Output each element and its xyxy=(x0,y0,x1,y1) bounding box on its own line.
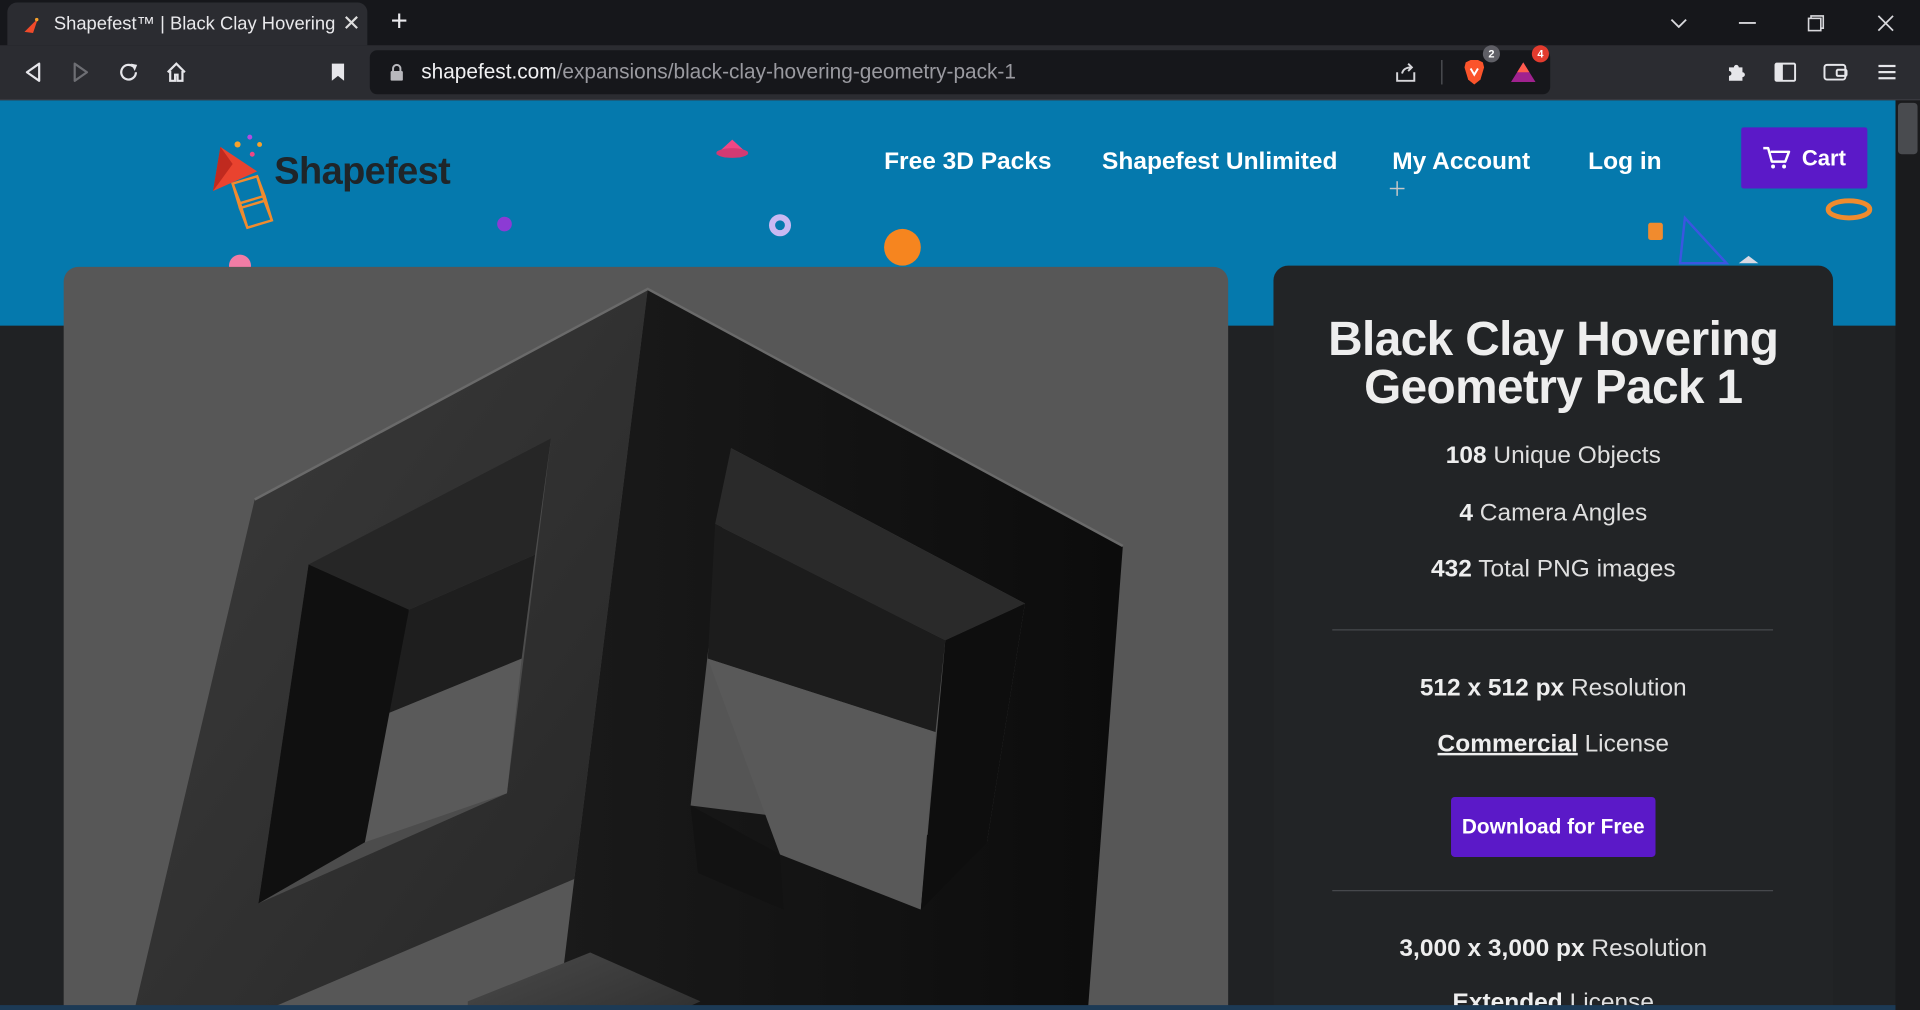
stat-total-png: 432 Total PNG images xyxy=(1273,556,1833,584)
extensions-icon[interactable] xyxy=(1718,54,1755,91)
panel-divider xyxy=(1332,890,1774,892)
panel-divider xyxy=(1332,629,1774,631)
free-license: Commercial License xyxy=(1273,731,1833,759)
menu-icon[interactable] xyxy=(1869,54,1906,91)
nav-free-3d-packs[interactable]: Free 3D Packs xyxy=(884,148,1051,176)
brave-shield-icon[interactable]: 2 xyxy=(1456,45,1501,91)
tab-search-icon[interactable] xyxy=(1644,0,1713,45)
nav-log-in[interactable]: Log in xyxy=(1588,148,1661,176)
share-icon[interactable] xyxy=(1387,54,1424,91)
nav-shapefest-unlimited[interactable]: Shapefest Unlimited xyxy=(1102,148,1337,176)
browser-tab[interactable]: Shapefest™ | Black Clay Hovering ✕ xyxy=(7,2,368,46)
product-title: Black Clay Hovering Geometry Pack 1 xyxy=(1273,316,1833,411)
license-label: License xyxy=(1584,730,1669,758)
scrollbar-thumb[interactable] xyxy=(1897,102,1918,155)
shapefest-favicon-icon xyxy=(22,14,42,34)
stat-value: 432 xyxy=(1430,555,1472,583)
stat-label: Camera Angles xyxy=(1479,499,1648,527)
forward-icon[interactable] xyxy=(62,54,99,91)
stat-label: Total PNG images xyxy=(1478,555,1676,583)
reload-icon[interactable] xyxy=(110,54,147,91)
stat-value: 108 xyxy=(1445,441,1487,469)
window-bottom-edge xyxy=(0,1005,1896,1010)
minimize-icon[interactable] xyxy=(1713,0,1782,45)
new-tab-icon[interactable]: + xyxy=(383,5,415,39)
brave-rewards-icon[interactable]: 4 xyxy=(1505,45,1549,91)
url-separator xyxy=(1441,59,1443,85)
cart-button[interactable]: Cart xyxy=(1741,127,1868,189)
stat-label: Unique Objects xyxy=(1493,441,1661,469)
tab-close-icon[interactable]: ✕ xyxy=(336,11,368,37)
black-clay-cube-image xyxy=(134,287,1124,1010)
resolution-label: Resolution xyxy=(1570,674,1687,702)
paid-resolution: 3,000 x 3,000 px Resolution xyxy=(1273,935,1833,963)
product-image xyxy=(63,266,1229,1010)
commercial-license-link[interactable]: Commercial xyxy=(1438,731,1578,758)
url-text[interactable]: shapefest.com/expansions/black-clay-hove… xyxy=(421,60,1016,84)
wallet-icon[interactable] xyxy=(1817,54,1854,91)
product-title-line1: Black Clay Hovering xyxy=(1328,313,1779,367)
download-free-button[interactable]: Download for Free xyxy=(1451,796,1656,857)
url-host: shapefest.com xyxy=(421,59,557,84)
shield-count: 2 xyxy=(1482,45,1501,63)
cart-label: Cart xyxy=(1801,145,1846,170)
nav-my-account[interactable]: My Account xyxy=(1392,148,1530,176)
address-bar[interactable]: shapefest.com/expansions/black-clay-hove… xyxy=(369,50,1551,95)
stat-value: 4 xyxy=(1459,499,1473,527)
shapefest-logo-icon xyxy=(213,134,274,230)
product-title-line2: Geometry Pack 1 xyxy=(1364,361,1743,414)
close-icon[interactable] xyxy=(1851,0,1920,45)
page-scrollbar[interactable] xyxy=(1895,100,1920,1010)
tab-title: Shapefest™ | Black Clay Hovering xyxy=(53,13,336,35)
home-icon[interactable] xyxy=(158,54,195,91)
cart-icon xyxy=(1763,146,1791,169)
rewards-count: 4 xyxy=(1531,45,1549,63)
sidebar-icon[interactable] xyxy=(1767,54,1804,91)
restore-icon[interactable] xyxy=(1782,0,1851,45)
resolution-value: 512 x 512 px xyxy=(1419,674,1565,702)
stat-unique-objects: 108 Unique Objects xyxy=(1273,442,1833,470)
resolution-label: Resolution xyxy=(1591,935,1708,963)
url-path: /expansions/black-clay-hovering-geometry… xyxy=(556,59,1016,84)
site-brand[interactable]: Shapefest xyxy=(274,149,451,193)
free-resolution: 512 x 512 px Resolution xyxy=(1273,675,1833,703)
resolution-value: 3,000 x 3,000 px xyxy=(1399,935,1585,963)
back-icon[interactable] xyxy=(15,54,52,91)
stat-camera-angles: 4 Camera Angles xyxy=(1273,499,1833,527)
bookmark-icon[interactable] xyxy=(320,54,357,91)
lock-icon[interactable] xyxy=(389,63,404,81)
